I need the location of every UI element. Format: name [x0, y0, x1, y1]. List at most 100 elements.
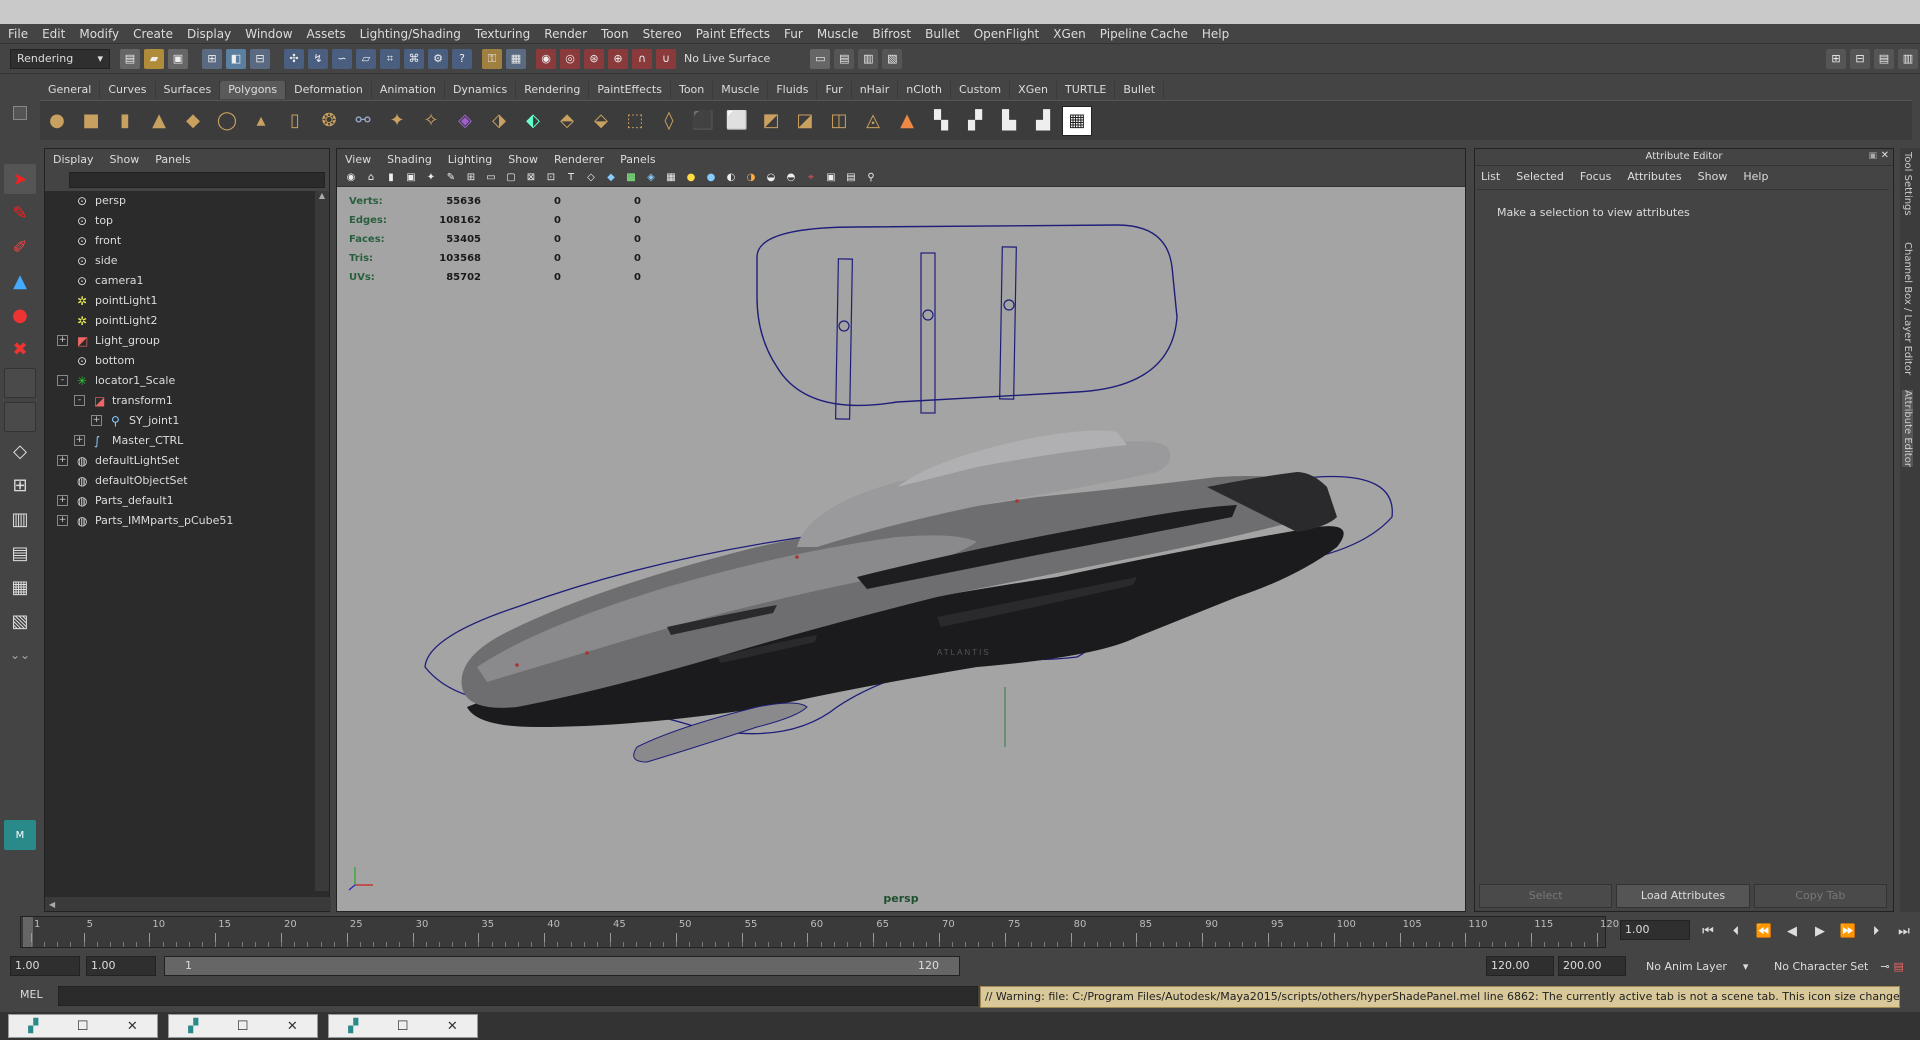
- uv-unfold-icon[interactable]: ▙: [994, 106, 1024, 136]
- motion-blur-icon[interactable]: ◒: [763, 171, 779, 185]
- render-frame-icon[interactable]: ◉: [536, 48, 556, 69]
- scroll-up-icon[interactable]: ▲: [315, 191, 329, 203]
- animation-start-field[interactable]: 1.00: [10, 956, 80, 976]
- safe-action-icon[interactable]: T: [563, 171, 579, 185]
- menu-create[interactable]: Create: [133, 24, 173, 44]
- field-chart-icon[interactable]: ⊡: [543, 171, 559, 185]
- single-perspective-layout-icon[interactable]: ◇: [4, 436, 36, 466]
- merge-icon[interactable]: ◪: [790, 106, 820, 136]
- outliner-node[interactable]: + ⚲ SY_joint1: [45, 411, 329, 431]
- attr-menu-focus[interactable]: Focus: [1580, 170, 1611, 183]
- menu-file[interactable]: File: [8, 24, 28, 44]
- wireframe-icon[interactable]: ◇: [583, 171, 599, 185]
- uv-layout-icon[interactable]: ▞: [960, 106, 990, 136]
- lighting-icon[interactable]: ●: [683, 171, 699, 185]
- move-tool-icon[interactable]: ▲: [4, 266, 36, 296]
- live-surface-label[interactable]: No Live Surface: [684, 52, 770, 65]
- bookmarks-icon[interactable]: ▮: [383, 171, 399, 185]
- menu-lighting-shading[interactable]: Lighting/Shading: [360, 24, 461, 44]
- outliner-menu-display[interactable]: Display: [53, 153, 94, 166]
- outliner-menu-panels[interactable]: Panels: [155, 153, 190, 166]
- outliner-node[interactable]: ◍ defaultObjectSet: [45, 471, 329, 491]
- bridge-icon[interactable]: ⬜: [722, 106, 752, 136]
- preferences-icon[interactable]: ▤: [1894, 960, 1904, 973]
- menuset-dropdown[interactable]: Rendering ▾: [10, 48, 110, 69]
- shelf-tab-painteffects[interactable]: PaintEffects: [589, 81, 671, 99]
- save-scene-icon[interactable]: ▣: [168, 48, 188, 69]
- poly-pyramid-icon[interactable]: ▴: [246, 106, 276, 136]
- close-panel-icon[interactable]: ✕: [1881, 150, 1889, 161]
- scroll-left-icon[interactable]: ◀: [49, 900, 55, 909]
- anti-aliasing-icon[interactable]: ◓: [783, 171, 799, 185]
- attr-menu-list[interactable]: List: [1481, 170, 1500, 183]
- lock-icon[interactable]: ⚿: [482, 48, 502, 69]
- close-icon[interactable]: ✕: [127, 1019, 138, 1034]
- sidebar-toggle-1-icon[interactable]: ▤: [834, 48, 855, 69]
- outliner-node[interactable]: - ✳ locator1_Scale: [45, 371, 329, 391]
- attr-menu-attributes[interactable]: Attributes: [1627, 170, 1681, 183]
- new-scene-icon[interactable]: ▤: [120, 48, 140, 69]
- top-control-curve[interactable]: [756, 224, 1178, 407]
- shelf-tab-toon[interactable]: Toon: [671, 81, 714, 99]
- menu-paint-effects[interactable]: Paint Effects: [696, 24, 770, 44]
- outliner-node[interactable]: ✲ pointLight2: [45, 311, 329, 331]
- poly-cone-icon[interactable]: ▲: [144, 106, 174, 136]
- outliner-node[interactable]: ✲ pointLight1: [45, 291, 329, 311]
- viewport-menu-lighting[interactable]: Lighting: [448, 153, 492, 166]
- live-magnet-icon[interactable]: ∪: [656, 48, 676, 69]
- shelf-tab-fluids[interactable]: Fluids: [768, 81, 818, 99]
- layout-toggle-4-icon[interactable]: ▥: [1898, 48, 1918, 69]
- viewport-menu-show[interactable]: Show: [508, 153, 538, 166]
- two-d-pan-icon[interactable]: ✦: [423, 171, 439, 185]
- bevel-icon[interactable]: ◩: [756, 106, 786, 136]
- yacht-model[interactable]: ATLANTIS: [337, 187, 1465, 887]
- animation-end-field[interactable]: 200.00: [1558, 956, 1626, 976]
- play-forwards-icon[interactable]: ▶: [1806, 924, 1834, 939]
- high-quality-icon[interactable]: ◐: [723, 171, 739, 185]
- go-to-end-icon[interactable]: ⏭: [1890, 924, 1918, 939]
- menu-muscle[interactable]: Muscle: [817, 24, 859, 44]
- minimized-window-1[interactable]: ▞ ☐ ✕: [8, 1014, 158, 1038]
- uv-checker-icon[interactable]: ▚: [926, 106, 956, 136]
- input-line-icon[interactable]: ▭: [810, 48, 831, 69]
- shelf-tab-turtle[interactable]: TURTLE: [1057, 81, 1116, 99]
- boolean-union-icon[interactable]: ⬗: [484, 106, 514, 136]
- render-settings-icon[interactable]: ⊛: [584, 48, 604, 69]
- extrude-icon[interactable]: ⬛: [688, 106, 718, 136]
- restore-icon[interactable]: ☐: [397, 1019, 409, 1034]
- hypershade-layout-icon[interactable]: ▦: [4, 572, 36, 602]
- snap-surface-icon[interactable]: ⌗: [380, 48, 400, 69]
- select-object-icon[interactable]: ◧: [226, 48, 246, 69]
- attr-menu-selected[interactable]: Selected: [1516, 170, 1564, 183]
- expand-icon[interactable]: +: [57, 335, 68, 346]
- isolate-select-icon[interactable]: ⌖: [803, 171, 819, 185]
- construction-icon[interactable]: ⚙: [428, 48, 448, 69]
- outliner-node[interactable]: ⊙ side: [45, 251, 329, 271]
- sidebar-toggle-3-icon[interactable]: ▧: [882, 48, 903, 69]
- playback-start-field[interactable]: 1.00: [86, 956, 156, 976]
- snap-view-plane-icon[interactable]: ▱: [356, 48, 376, 69]
- time-ruler[interactable]: 1 5 10 15 20 25 30 35 40 45 50 55 60 65 70 75 80 85 90 95 10…: [20, 916, 1619, 948]
- shelf-tab-muscle[interactable]: Muscle: [713, 81, 769, 99]
- expand-icon[interactable]: +: [91, 415, 102, 426]
- shadows-icon[interactable]: ●: [703, 171, 719, 185]
- shelf-tab-bullet[interactable]: Bullet: [1115, 81, 1165, 99]
- expand-icon[interactable]: +: [57, 455, 68, 466]
- snap-grid-icon[interactable]: ✣: [284, 48, 304, 69]
- play-backwards-icon[interactable]: ◀: [1778, 924, 1806, 939]
- poly-torus-icon[interactable]: ◯: [212, 106, 242, 136]
- attr-menu-help[interactable]: Help: [1743, 170, 1768, 183]
- persp-outliner-layout-icon[interactable]: ▥: [4, 504, 36, 534]
- xray-icon[interactable]: ◈: [643, 171, 659, 185]
- range-slider[interactable]: 1 120: [164, 956, 960, 976]
- menu-bullet[interactable]: Bullet: [925, 24, 960, 44]
- xray-joints-icon[interactable]: ▣: [823, 171, 839, 185]
- layout-toggle-1-icon[interactable]: ⊞: [1826, 48, 1846, 69]
- menu-modify[interactable]: Modify: [79, 24, 119, 44]
- layout-toggle-3-icon[interactable]: ▤: [1874, 48, 1894, 69]
- append-polygon-icon[interactable]: ⬙: [586, 106, 616, 136]
- shelf-tab-fur[interactable]: Fur: [817, 81, 852, 99]
- select-camera-icon[interactable]: ◉: [343, 171, 359, 185]
- wedge-icon[interactable]: ◬: [858, 106, 888, 136]
- uv-snapshot-icon[interactable]: ▦: [1062, 105, 1092, 136]
